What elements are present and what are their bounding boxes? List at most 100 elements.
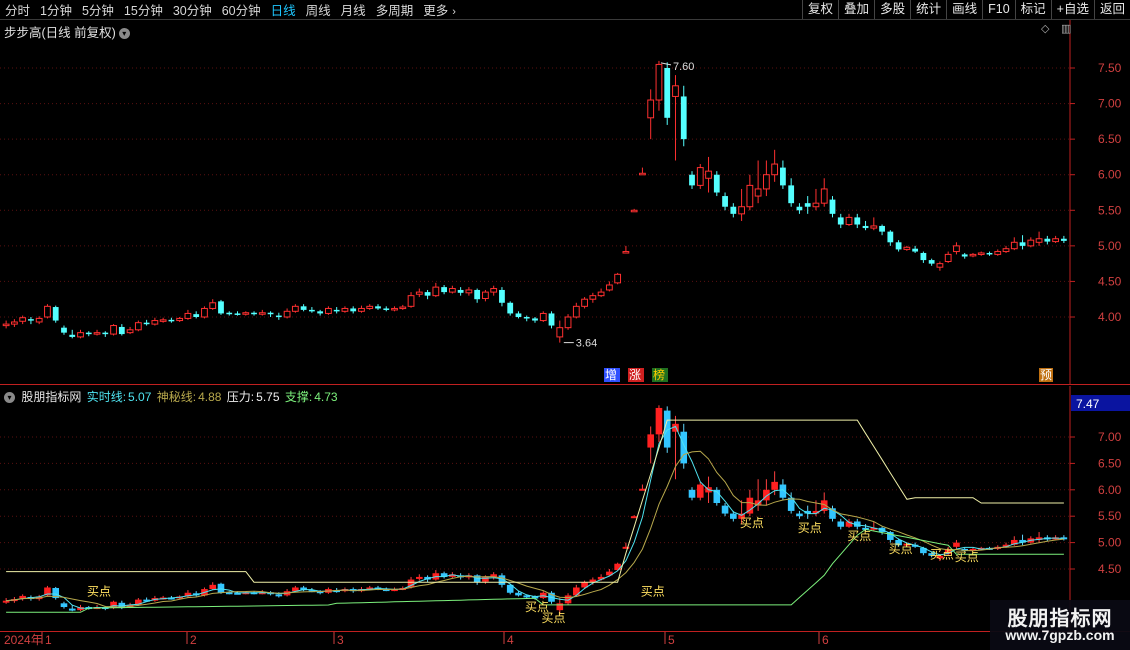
- realtime-value: 5.07: [128, 390, 152, 404]
- ind-candle-body: [209, 584, 217, 590]
- candle-body: [845, 216, 853, 226]
- candle-body: [465, 289, 473, 294]
- toolbar-button-8[interactable]: 返回: [1093, 0, 1130, 19]
- candle-body: [308, 309, 315, 312]
- candle-body: [1035, 238, 1043, 243]
- watermark-url: www.7gpzb.com: [1005, 627, 1115, 643]
- stock-title: 步步高(日线 前复权) ▾: [4, 22, 130, 41]
- candle-body: [143, 322, 150, 325]
- toolbar-button-2[interactable]: 多股: [874, 0, 910, 19]
- candle-body: [738, 206, 745, 215]
- chevron-down-icon[interactable]: ▾: [118, 28, 130, 40]
- candle-body: [630, 209, 638, 213]
- candle-body: [548, 313, 555, 326]
- candle-body: [754, 188, 762, 197]
- diamond-icon[interactable]: ◇: [1041, 22, 1049, 35]
- period-tab-3[interactable]: 15分钟: [119, 0, 168, 19]
- toolbar-button-3[interactable]: 统计: [910, 0, 946, 19]
- candle-body: [474, 289, 481, 300]
- period-tab-10[interactable]: 更多 ›: [418, 0, 461, 19]
- period-tab-5[interactable]: 60分钟: [217, 0, 266, 19]
- candle-body: [118, 326, 125, 335]
- period-tab-2[interactable]: 5分钟: [77, 0, 119, 19]
- candle-body: [672, 85, 679, 97]
- price-tick-label: 6.00: [1098, 168, 1122, 182]
- candle-body: [1060, 238, 1067, 241]
- candle-body: [879, 225, 885, 232]
- ind-candle-body: [730, 513, 737, 519]
- candle-body: [829, 199, 836, 214]
- ind-candle-body: [556, 603, 564, 611]
- candle-body: [184, 312, 192, 319]
- candle-body: [291, 305, 299, 312]
- buy-signal-label: 买点: [798, 521, 822, 535]
- panel-toggle-icon[interactable]: ▥: [1061, 22, 1071, 35]
- period-tab-8[interactable]: 月线: [336, 0, 371, 19]
- ind-candle-body: [60, 603, 68, 608]
- mystic-value: 4.88: [198, 390, 222, 404]
- candle-body: [134, 322, 142, 331]
- indicator-chart[interactable]: 7.006.506.005.505.004.507.47买点买点买点买点 买点买点…: [0, 386, 1130, 632]
- mystic-label: 神秘线:: [156, 390, 197, 404]
- candle-body: [532, 318, 538, 321]
- candle-body: [432, 286, 440, 297]
- candle-body: [407, 295, 415, 307]
- toolbar-button-6[interactable]: 标记: [1014, 0, 1051, 19]
- candle-body: [614, 273, 622, 284]
- candle-body: [341, 307, 349, 312]
- chevron-down-icon[interactable]: ▾: [4, 392, 15, 404]
- price-tick-label: 4.00: [1098, 310, 1122, 324]
- candle-body: [325, 307, 332, 314]
- candle-body: [61, 327, 67, 333]
- high-label: 7.60: [673, 61, 694, 73]
- candle-body: [159, 319, 167, 322]
- toolbar-button-5[interactable]: F10: [982, 0, 1015, 19]
- candle-body: [589, 295, 597, 300]
- period-tab-1[interactable]: 1分钟: [35, 0, 77, 19]
- buy-signal-label: 买点: [542, 611, 566, 625]
- candle-body: [977, 252, 985, 255]
- candle-body: [647, 99, 655, 119]
- realtime-label: 实时线:: [86, 390, 127, 404]
- support-value: 4.73: [314, 390, 338, 404]
- forecast-tag: 预: [1040, 368, 1052, 382]
- period-tab-4[interactable]: 30分钟: [168, 0, 217, 19]
- candle-body: [218, 301, 224, 314]
- candle-body: [1044, 238, 1051, 242]
- candle-body: [928, 260, 935, 264]
- chevron-right-icon: ›: [449, 6, 456, 18]
- toolbar-button-1[interactable]: 叠加: [838, 0, 874, 19]
- candle-body: [1010, 241, 1018, 250]
- indicator-panel[interactable]: 7.00 6.50 6.00 5.50 5.00 4.50 7.47 买点 买点 买点 买点 买点 买点…: [0, 386, 1130, 632]
- indicator-tick-label: 4.50: [1098, 562, 1122, 576]
- toolbar-button-0[interactable]: 复权: [802, 0, 838, 19]
- candle-body: [366, 305, 374, 309]
- period-tab-7[interactable]: 周线: [301, 0, 336, 19]
- period-tab-0[interactable]: 分时: [0, 0, 35, 19]
- ind-candle-body: [655, 407, 663, 435]
- ind-candle-body: [771, 481, 778, 490]
- candlestick-chart[interactable]: 7.50 7.00 6.50 6.00 5.50 5.00 4.50 4.00 7.60 3.64…: [0, 20, 1130, 385]
- toolbar-button-4[interactable]: 画线: [946, 0, 982, 19]
- month-label: 2: [190, 633, 197, 647]
- ind-candle-body: [837, 521, 845, 527]
- candle-body: [275, 315, 282, 318]
- toolbar-button-7[interactable]: +自选: [1050, 0, 1094, 19]
- candle-body: [499, 289, 505, 303]
- candle-body: [903, 246, 911, 250]
- tag-1: 涨: [629, 367, 641, 382]
- candle-body: [110, 325, 117, 335]
- main-chart-panel[interactable]: 7.50 7.00 6.50 6.00 5.50 5.00 4.50 4.00 7.60 3.64…: [0, 20, 1130, 385]
- period-tab-9[interactable]: 多周期: [371, 0, 419, 19]
- candle-body: [680, 96, 687, 140]
- period-tab-6[interactable]: 日线: [266, 0, 301, 19]
- candle-body: [1052, 238, 1059, 243]
- candle-body: [556, 327, 564, 338]
- current-value: 7.47: [1076, 397, 1100, 411]
- date-axis-bg: [0, 632, 1130, 650]
- candle-body: [639, 172, 646, 176]
- date-axis-svg: 2024年 1 2 3 4 5 6: [0, 632, 1130, 650]
- month-label: 1: [45, 633, 52, 647]
- candle-body: [258, 312, 266, 315]
- ind-candle-body: [515, 592, 522, 596]
